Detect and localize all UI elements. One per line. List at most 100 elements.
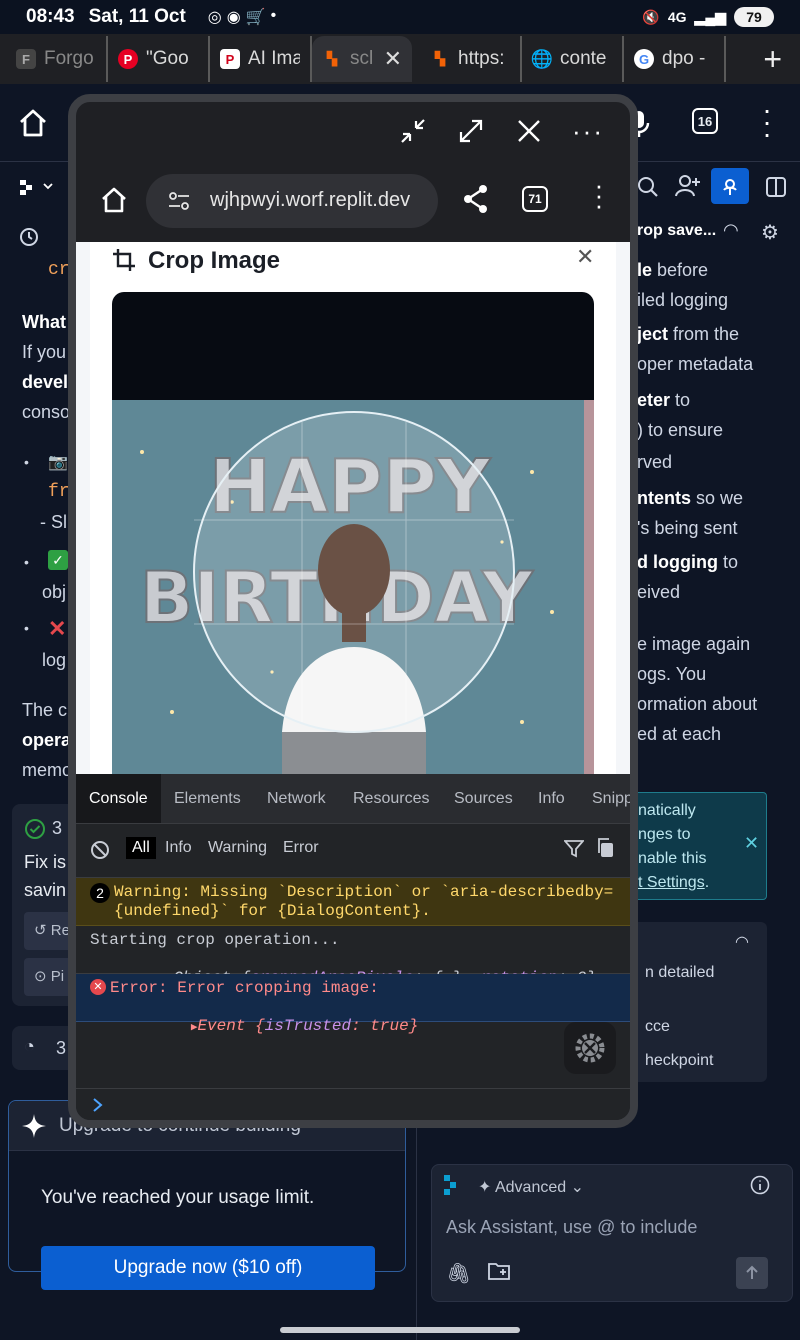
chevron-right-icon xyxy=(93,1098,103,1112)
browser-tab-content[interactable]: 🌐 conte xyxy=(522,36,624,82)
settings-gear-icon[interactable]: ⚙ xyxy=(761,220,779,245)
speed-count: 3 xyxy=(56,1038,67,1058)
share-icon[interactable] xyxy=(462,184,490,214)
bold-fragment: d logging xyxy=(637,552,718,572)
tab-sources[interactable]: Sources xyxy=(454,774,513,823)
clear-console-icon[interactable] xyxy=(90,840,110,860)
copy-icon[interactable] xyxy=(596,838,614,858)
assistant-message-line: le before xyxy=(637,260,709,280)
add-folder-icon[interactable] xyxy=(488,1261,512,1281)
close-window-icon[interactable] xyxy=(514,116,544,146)
paragraph-line: devel xyxy=(22,372,69,392)
url-field[interactable]: wjhpwyi.worf.replit.dev xyxy=(146,174,438,228)
home-icon[interactable] xyxy=(18,108,48,138)
console-prompt[interactable] xyxy=(76,1088,630,1120)
browser-tab-replit-active[interactable]: ▚ scl ✕ xyxy=(312,36,412,82)
close-notice-icon[interactable]: ✕ xyxy=(744,833,759,854)
browser-tab-strip: F Forgo P "Goo P AI Ima ▚ scl ✕ ▚ https:… xyxy=(0,34,800,84)
tab-resources[interactable]: Resources xyxy=(353,774,429,823)
birthday-photo: HAPPY BIRTHDAY xyxy=(112,400,594,774)
tab-snippets[interactable]: Snipp xyxy=(592,774,630,823)
filter-warning[interactable]: Warning xyxy=(208,839,267,857)
gesture-navigation-bar[interactable] xyxy=(280,1327,520,1333)
tab-network[interactable]: Network xyxy=(267,774,326,823)
paragraph-line: memo xyxy=(22,760,73,780)
speedometer-icon[interactable]: ◠ xyxy=(723,220,739,241)
console-log-row[interactable]: Starting crop operation... ▶Object {crop… xyxy=(76,926,630,987)
usage-limit-message: You've reached your usage limit. xyxy=(41,1187,315,1208)
close-dialog-icon[interactable]: ✕ xyxy=(576,244,594,270)
error-line-2[interactable]: ▶Event {isTrusted: true} xyxy=(114,998,418,1057)
window-controls: ··· xyxy=(76,102,630,162)
assistant-composer: ✦ Advanced ⌄ Ask Assistant, use @ to inc… xyxy=(431,1164,793,1302)
tab-favicon-icon: P xyxy=(220,49,240,69)
browser-tab-google[interactable]: G dpo - xyxy=(624,36,726,82)
console-error-row[interactable]: ✕ Error: Error cropping image: ▶Event {i… xyxy=(76,974,630,1035)
bullet-text: log xyxy=(42,650,67,670)
invite-user-icon[interactable] xyxy=(675,174,701,198)
home-icon[interactable] xyxy=(100,186,128,214)
assistant-input[interactable]: Ask Assistant, use @ to include xyxy=(446,1217,697,1238)
section-heading: What xyxy=(22,312,66,332)
close-tab-icon[interactable]: ✕ xyxy=(384,46,402,72)
notice-text: natically nges to nable this t Settings. xyxy=(638,802,710,891)
upgrade-now-button[interactable]: Upgrade now ($10 off) xyxy=(41,1246,375,1290)
popup-overflow-menu-icon[interactable]: · · · xyxy=(594,172,604,218)
overflow-menu-icon[interactable]: · · · xyxy=(760,96,774,148)
paragraph-line: conso xyxy=(22,402,71,422)
filter-error[interactable]: Error xyxy=(283,839,319,857)
assistant-message-line: ogs. You xyxy=(637,664,707,684)
settings-gear-icon xyxy=(575,1033,605,1063)
paragraph-line: opera xyxy=(22,730,72,750)
assistant-message-line: ntents so we xyxy=(637,488,744,508)
browser-tab-https[interactable]: ▚ https: xyxy=(420,36,522,82)
filter-funnel-icon[interactable] xyxy=(564,840,584,858)
rollback-icon: ↺ xyxy=(34,922,51,939)
send-button[interactable] xyxy=(736,1257,768,1289)
crop-area[interactable]: HAPPY BIRTHDAY xyxy=(112,292,594,774)
tab-label: conte xyxy=(560,48,607,69)
site-settings-icon[interactable] xyxy=(168,192,190,210)
popup-tab-count[interactable]: 71 xyxy=(522,186,548,212)
web-page-viewport: Crop Image ✕ HAPPY BIRTHDAY xyxy=(76,242,630,774)
settings-link[interactable]: t Settings xyxy=(638,874,705,891)
filter-info[interactable]: Info xyxy=(165,839,192,857)
maximize-window-icon[interactable] xyxy=(456,116,486,146)
sparkle-icon: ✦ xyxy=(478,1179,495,1196)
assistant-message-line: eived xyxy=(637,582,681,602)
tab-console[interactable]: Console xyxy=(76,774,161,823)
status-date: Sat, 11 Oct xyxy=(88,6,186,27)
browser-tab-forgot[interactable]: F Forgo xyxy=(6,36,108,82)
search-icon[interactable] xyxy=(637,176,659,198)
battery-indicator: 79 xyxy=(734,7,774,27)
console-filter-bar: All Info Warning Error xyxy=(76,824,630,878)
deploy-button[interactable] xyxy=(711,168,749,204)
info-icon[interactable] xyxy=(750,1175,770,1195)
bullet-text: obj xyxy=(42,582,67,602)
filter-all[interactable]: All xyxy=(126,837,156,859)
history-icon[interactable] xyxy=(18,226,40,248)
attach-icon[interactable]: 🖇 xyxy=(446,1261,471,1286)
replit-logo-icon[interactable] xyxy=(20,178,54,196)
window-more-icon[interactable]: ··· xyxy=(572,116,604,147)
network-label: 4G xyxy=(667,9,687,25)
assistant-logo-icon xyxy=(444,1175,456,1195)
bold-fragment: ject xyxy=(637,324,669,344)
minimize-window-icon[interactable] xyxy=(398,116,428,146)
status-time: 08:43 xyxy=(26,6,75,27)
split-panel-icon[interactable] xyxy=(765,176,787,198)
card-line: heckpoint xyxy=(645,1052,714,1069)
console-warning-row[interactable]: 2 Warning: Missing `Description` or `ari… xyxy=(76,878,630,926)
new-tab-button[interactable]: + xyxy=(763,41,782,78)
assistant-message-line: 's being sent xyxy=(637,518,738,538)
devtools-settings-button[interactable] xyxy=(564,1022,616,1074)
tab-info[interactable]: Info xyxy=(538,774,565,823)
tab-elements[interactable]: Elements xyxy=(174,774,241,823)
mode-selector[interactable]: ✦ Advanced ⌄ xyxy=(478,1177,584,1197)
crop-icon xyxy=(113,249,135,271)
chevron-down-icon: ⌄ xyxy=(566,1179,584,1196)
tab-count-button[interactable]: 16 xyxy=(692,108,718,134)
browser-tab-ai-image[interactable]: P AI Ima xyxy=(210,36,312,82)
checkpoint-title-line-2: savin xyxy=(24,880,67,900)
browser-tab-pinterest[interactable]: P "Goo xyxy=(108,36,210,82)
